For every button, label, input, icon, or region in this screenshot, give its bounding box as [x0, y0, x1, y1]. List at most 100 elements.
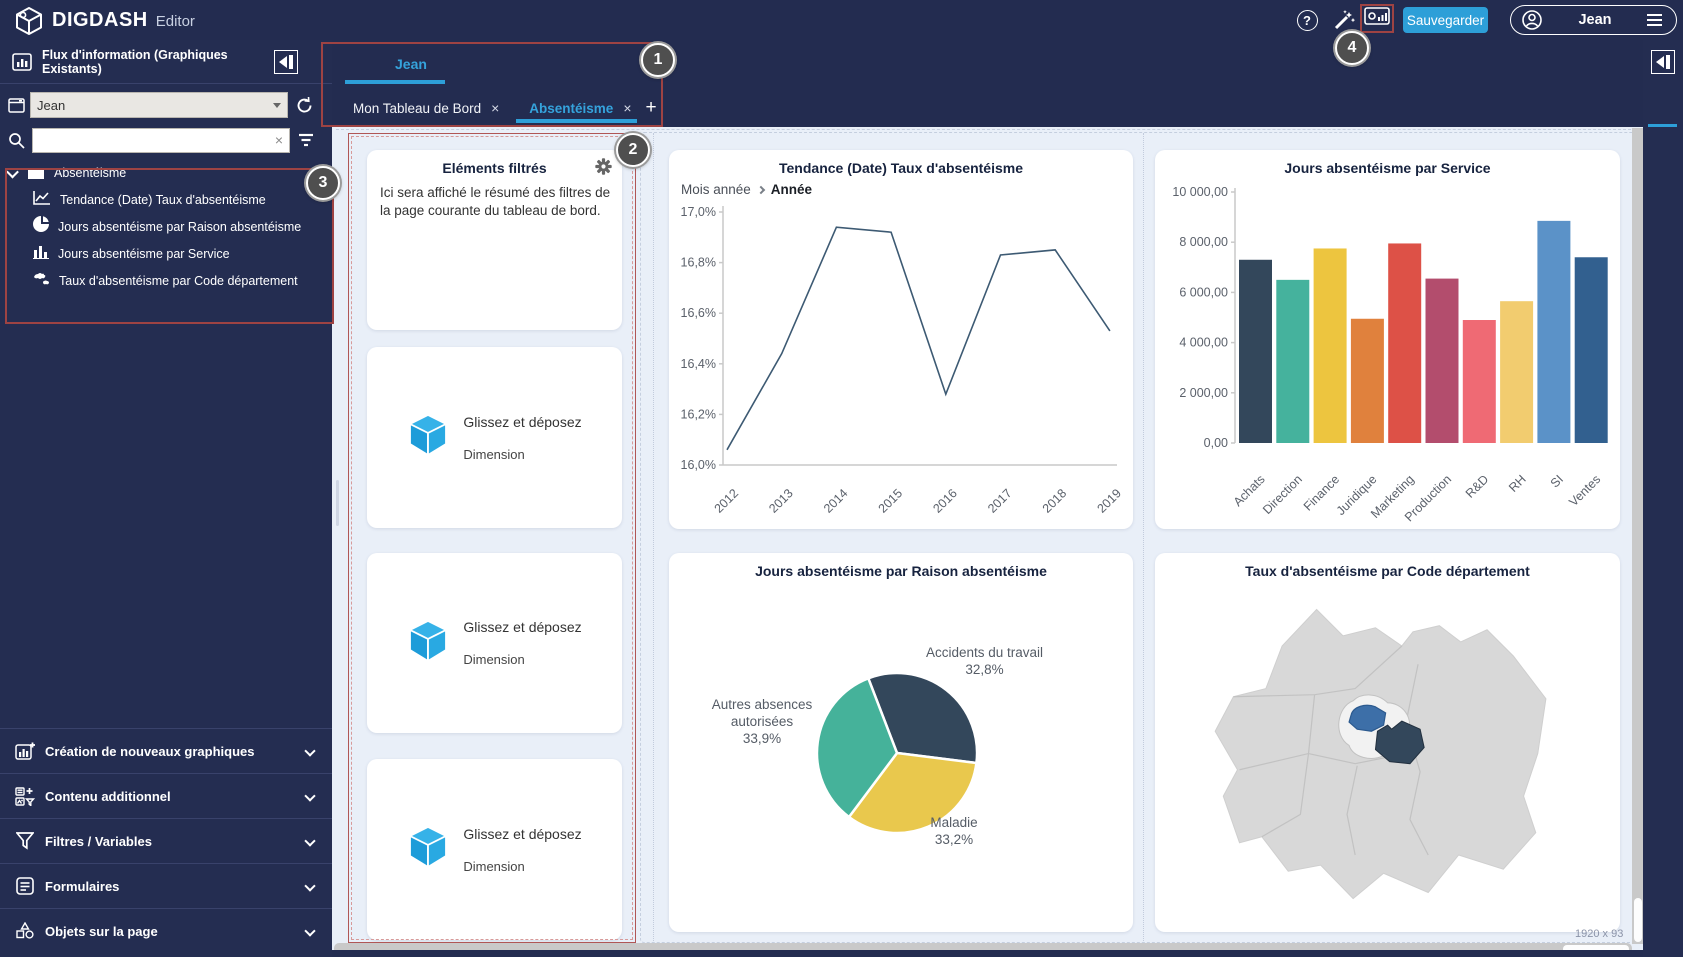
- pie-label-maladie: Maladie33,2%: [879, 815, 1029, 849]
- tree-item-tendance[interactable]: Tendance (Date) Taux d'absentéisme: [0, 186, 332, 213]
- svg-text:2014: 2014: [821, 486, 851, 516]
- bar-chart: 10 000,008 000,006 000,004 000,002 000,0…: [1155, 150, 1620, 529]
- app-logo-subtitle: Editor: [156, 13, 195, 30]
- vertical-scroll-thumb[interactable]: [1634, 898, 1642, 942]
- right-rail-tab-indicator: [1648, 124, 1677, 127]
- map-highlight-paris[interactable]: [1349, 705, 1386, 731]
- hamburger-menu-icon[interactable]: [1647, 14, 1662, 26]
- svg-text:R&D: R&D: [1463, 472, 1492, 501]
- page-tabs: Mon Tableau de Bord × Absentéisme × +: [353, 97, 657, 119]
- clear-search-icon[interactable]: ×: [275, 132, 283, 148]
- cube-select-value: Jean: [37, 98, 65, 113]
- svg-text:16,2%: 16,2%: [681, 407, 716, 421]
- refresh-icon[interactable]: [295, 96, 314, 115]
- svg-text:2015: 2015: [876, 486, 906, 516]
- column-separator: [653, 133, 654, 941]
- dimension-dropzone[interactable]: Glissez et déposez Dimension: [367, 347, 622, 528]
- magic-wand-icon[interactable]: [1331, 7, 1357, 33]
- search-box: ×: [32, 128, 290, 153]
- right-panel-collapse-icon[interactable]: [1651, 50, 1675, 74]
- tab-dashboard-jean[interactable]: Jean: [395, 56, 427, 72]
- charts-tree: Absentéisme Tendance (Date) Taux d'absen…: [0, 160, 332, 294]
- tree-folder-absenteisme[interactable]: Absentéisme: [0, 160, 332, 186]
- close-tab-icon[interactable]: ×: [623, 100, 631, 116]
- cube-icon: [407, 619, 449, 668]
- filter-list-icon[interactable]: [298, 133, 314, 147]
- vertical-scrollbar[interactable]: [1632, 128, 1643, 944]
- horizontal-scroll-thumb[interactable]: [1563, 945, 1629, 951]
- user-name: Jean: [1543, 12, 1647, 28]
- search-row: ×: [0, 126, 332, 154]
- add-page-icon[interactable]: +: [646, 97, 657, 119]
- tree-folder-label: Absentéisme: [54, 166, 126, 180]
- panel-resize-handle[interactable]: [336, 480, 339, 526]
- right-panel-rail: [1643, 40, 1683, 957]
- dashboard-size-indicator: 1920 x 93: [1575, 928, 1623, 940]
- help-icon[interactable]: ?: [1294, 7, 1320, 33]
- new-chart-icon: [12, 742, 38, 760]
- svg-text:Achats: Achats: [1231, 472, 1268, 509]
- svg-text:2013: 2013: [766, 486, 796, 516]
- svg-text:2019: 2019: [1094, 486, 1124, 516]
- svg-text:RH: RH: [1506, 472, 1529, 495]
- line-chart-icon: [33, 190, 51, 210]
- svg-text:2012: 2012: [712, 486, 742, 516]
- svg-text:2018: 2018: [1040, 486, 1070, 516]
- folder-icon: [27, 166, 45, 180]
- filtered-elements-panel[interactable]: Eléments filtrés Ici sera affiché le rés…: [367, 150, 622, 330]
- sidebar: Flux d'information (Graphiques Existants…: [0, 40, 332, 957]
- save-button[interactable]: Sauvegarder: [1403, 7, 1488, 33]
- svg-text:10 000,00: 10 000,00: [1172, 185, 1228, 199]
- shapes-icon: [12, 922, 38, 940]
- snapshot-icon[interactable]: [1364, 6, 1390, 31]
- tab-absenteisme[interactable]: Absentéisme ×: [529, 100, 631, 116]
- form-icon: [12, 877, 38, 895]
- dashboard-tabstrip: Jean Mon Tableau de Bord × Absentéisme ×…: [332, 40, 1643, 127]
- tree-item-service[interactable]: Jours absentéisme par Service: [0, 240, 332, 267]
- main-area: Jean Mon Tableau de Bord × Absentéisme ×…: [332, 40, 1643, 957]
- chevron-down-icon: [273, 103, 281, 108]
- user-menu[interactable]: Jean: [1510, 5, 1677, 35]
- cube-select[interactable]: Jean: [30, 92, 288, 118]
- bar-chart-icon: [33, 244, 49, 264]
- chevron-down-icon: [304, 790, 315, 801]
- horizontal-scrollbar[interactable]: [334, 943, 1632, 950]
- dimension-dropzone[interactable]: Glissez et déposez Dimension: [367, 759, 622, 940]
- svg-text:SI: SI: [1548, 472, 1566, 490]
- digdash-editor-window: DIGDASH Editor ?: [0, 0, 1683, 957]
- section-formulaires[interactable]: Formulaires: [0, 863, 332, 908]
- map-chart-title: Taux d'absentéisme par Code département: [1155, 563, 1620, 579]
- map-chart-card[interactable]: Taux d'absentéisme par Code département: [1155, 553, 1620, 932]
- svg-text:6 000,00: 6 000,00: [1179, 285, 1228, 299]
- close-tab-icon[interactable]: ×: [491, 100, 499, 116]
- line-chart-card[interactable]: Tendance (Date) Taux d'absentéisme Mois …: [669, 150, 1133, 529]
- gear-icon[interactable]: [595, 158, 612, 180]
- tree-item-departement[interactable]: Taux d'absentéisme par Code département: [0, 267, 332, 294]
- tree-item-raison[interactable]: Jours absentéisme par Raison absentéisme: [0, 213, 332, 240]
- sidebar-collapse-icon[interactable]: [274, 50, 298, 74]
- svg-text:Direction: Direction: [1260, 472, 1305, 517]
- section-contenu-additionnel[interactable]: Contenu additionnel: [0, 773, 332, 818]
- funnel-icon: [12, 832, 38, 850]
- page-tab-active-indicator: [516, 119, 637, 123]
- svg-text:Ventes: Ventes: [1566, 472, 1603, 509]
- svg-text:16,6%: 16,6%: [681, 306, 716, 320]
- bar-chart-card[interactable]: Jours absentéisme par Service 10 000,008…: [1155, 150, 1620, 529]
- chevron-down-icon: [304, 835, 315, 846]
- svg-text:2017: 2017: [985, 486, 1015, 516]
- pie-label-autres: Autres absences autorisées33,9%: [687, 697, 837, 748]
- data-window-icon: [8, 98, 25, 113]
- pie-label-accidents: Accidents du travail32,8%: [897, 645, 1072, 679]
- search-input[interactable]: [39, 133, 275, 148]
- dimension-dropzone[interactable]: Glissez et déposez Dimension: [367, 553, 622, 733]
- section-objets-page[interactable]: Objets sur la page: [0, 908, 332, 953]
- cube-icon: [407, 825, 449, 874]
- pie-chart-card[interactable]: Jours absentéisme par Raison absentéisme…: [669, 553, 1133, 932]
- pie-chart-icon: [33, 216, 49, 237]
- snapshot-annotation-box: [1360, 4, 1394, 33]
- section-filtres-variables[interactable]: Filtres / Variables: [0, 818, 332, 863]
- tab-mon-tableau-de-bord[interactable]: Mon Tableau de Bord ×: [353, 100, 499, 116]
- section-creation-graphiques[interactable]: Création de nouveaux graphiques: [0, 728, 332, 773]
- svg-text:16,0%: 16,0%: [681, 458, 716, 472]
- canvas-dashed-edge: [336, 129, 1631, 130]
